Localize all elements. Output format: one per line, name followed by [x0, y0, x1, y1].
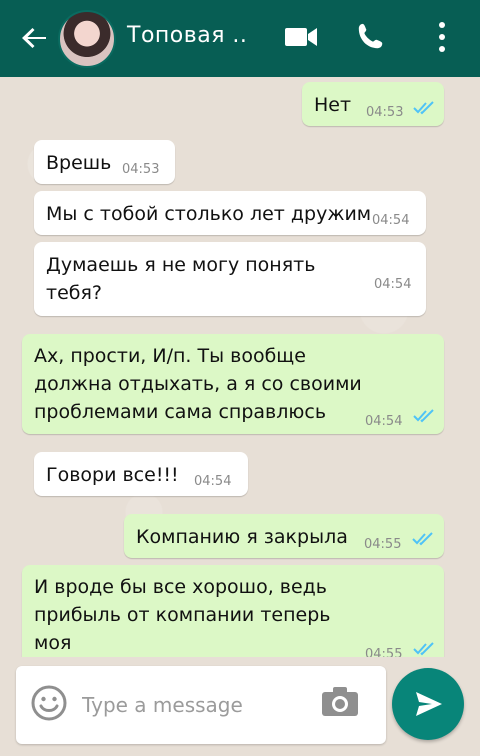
- send-button[interactable]: [392, 668, 464, 740]
- read-double-check-icon: [412, 532, 433, 546]
- back-arrow-icon[interactable]: [18, 22, 50, 54]
- message-time: 04:55: [365, 647, 403, 657]
- message-text: Мы с тобой столько лет дружим: [46, 203, 372, 225]
- message-bubble-incoming[interactable]: Мы с тобой столько лет дружим 04:54: [34, 191, 426, 235]
- message-text: Думаешь я не могу понять тебя?: [46, 254, 322, 304]
- message-bubble-outgoing[interactable]: Ах, прости, И/п. Ты вообще должна отдыха…: [22, 334, 444, 434]
- message-bubble-outgoing[interactable]: Нет 04:53: [302, 82, 444, 126]
- emoji-icon[interactable]: [30, 684, 68, 722]
- camera-icon[interactable]: [320, 684, 360, 720]
- message-input[interactable]: [80, 686, 314, 724]
- message-time: 04:54: [372, 213, 410, 228]
- message-bubble-incoming[interactable]: Думаешь я не могу понять тебя? 04:54: [34, 242, 426, 316]
- message-time: 04:53: [122, 162, 160, 177]
- phone-icon[interactable]: [356, 20, 386, 52]
- message-bubble-outgoing[interactable]: И вроде бы все хорошо, ведь прибыль от к…: [22, 565, 444, 657]
- message-time: 04:55: [364, 537, 402, 552]
- message-time: 04:54: [365, 414, 403, 429]
- video-call-icon[interactable]: [284, 24, 318, 50]
- message-time: 04:54: [194, 474, 232, 489]
- message-bubble-incoming[interactable]: Врешь 04:53: [34, 140, 175, 184]
- message-composer: [16, 666, 386, 744]
- message-text: И вроде бы все хорошо, ведь прибыль от к…: [34, 576, 337, 654]
- message-bubble-incoming[interactable]: Говори все!!! 04:54: [34, 452, 248, 496]
- chat-area: Нет 04:53 Врешь 04:53 Мы с тобой столько…: [0, 77, 480, 657]
- chat-header: Топовая ..: [0, 0, 480, 77]
- avatar[interactable]: [58, 10, 116, 68]
- chat-title[interactable]: Топовая ..: [127, 23, 247, 48]
- read-double-check-icon: [413, 409, 434, 423]
- message-time: 04:54: [374, 277, 412, 292]
- message-time: 04:53: [366, 105, 404, 120]
- send-icon: [416, 692, 442, 716]
- message-bubble-outgoing[interactable]: Компанию я закрыла 04:55: [124, 514, 444, 558]
- read-double-check-icon: [413, 101, 434, 115]
- message-text: Ах, прости, И/п. Ты вообще должна отдыха…: [34, 345, 368, 423]
- read-double-check-icon: [413, 642, 434, 656]
- more-vertical-icon[interactable]: [432, 20, 452, 54]
